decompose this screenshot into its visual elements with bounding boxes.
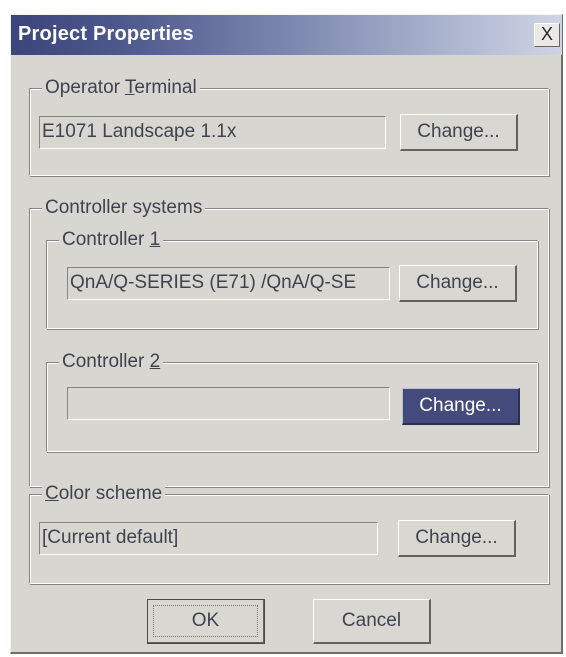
controller-systems-legend: Controller systems: [42, 197, 206, 219]
controller-2-group: Controller 2 Change...: [46, 351, 538, 452]
controller-2-legend: Controller 2: [59, 351, 164, 373]
operator-terminal-change-button[interactable]: Change...: [400, 114, 518, 151]
operator-terminal-group: Operator Terminal E1071 Landscape 1.1x C…: [29, 77, 549, 176]
operator-terminal-legend: Operator Terminal: [42, 77, 200, 99]
controller-systems-group: Controller systems Controller 1 QnA/Q-SE…: [29, 197, 549, 487]
project-properties-dialog: Project Properties X Operator Terminal E…: [10, 14, 563, 654]
color-scheme-group: Color scheme [Current default] Change...: [29, 483, 549, 584]
color-scheme-field[interactable]: [Current default]: [39, 522, 378, 555]
color-scheme-legend: Color scheme: [42, 483, 166, 505]
title-bar[interactable]: Project Properties X: [11, 15, 562, 55]
ok-button-label: OK: [191, 610, 220, 631]
controller-2-field[interactable]: [67, 387, 390, 420]
controller-1-legend: Controller 1: [59, 229, 164, 251]
controller-1-change-button[interactable]: Change...: [399, 265, 517, 302]
dialog-title: Project Properties: [18, 23, 194, 45]
operator-terminal-field[interactable]: E1071 Landscape 1.1x: [39, 116, 386, 149]
cancel-button[interactable]: Cancel: [313, 599, 431, 644]
controller-1-group: Controller 1 QnA/Q-SERIES (E71) /QnA/Q-S…: [46, 229, 538, 329]
close-icon: X: [540, 24, 553, 44]
controller-1-field[interactable]: QnA/Q-SERIES (E71) /QnA/Q-SE: [67, 267, 390, 300]
ok-button[interactable]: OK: [147, 599, 265, 644]
color-scheme-change-button[interactable]: Change...: [398, 520, 516, 557]
close-button[interactable]: X: [534, 23, 560, 47]
controller-2-change-button[interactable]: Change...: [402, 388, 520, 425]
